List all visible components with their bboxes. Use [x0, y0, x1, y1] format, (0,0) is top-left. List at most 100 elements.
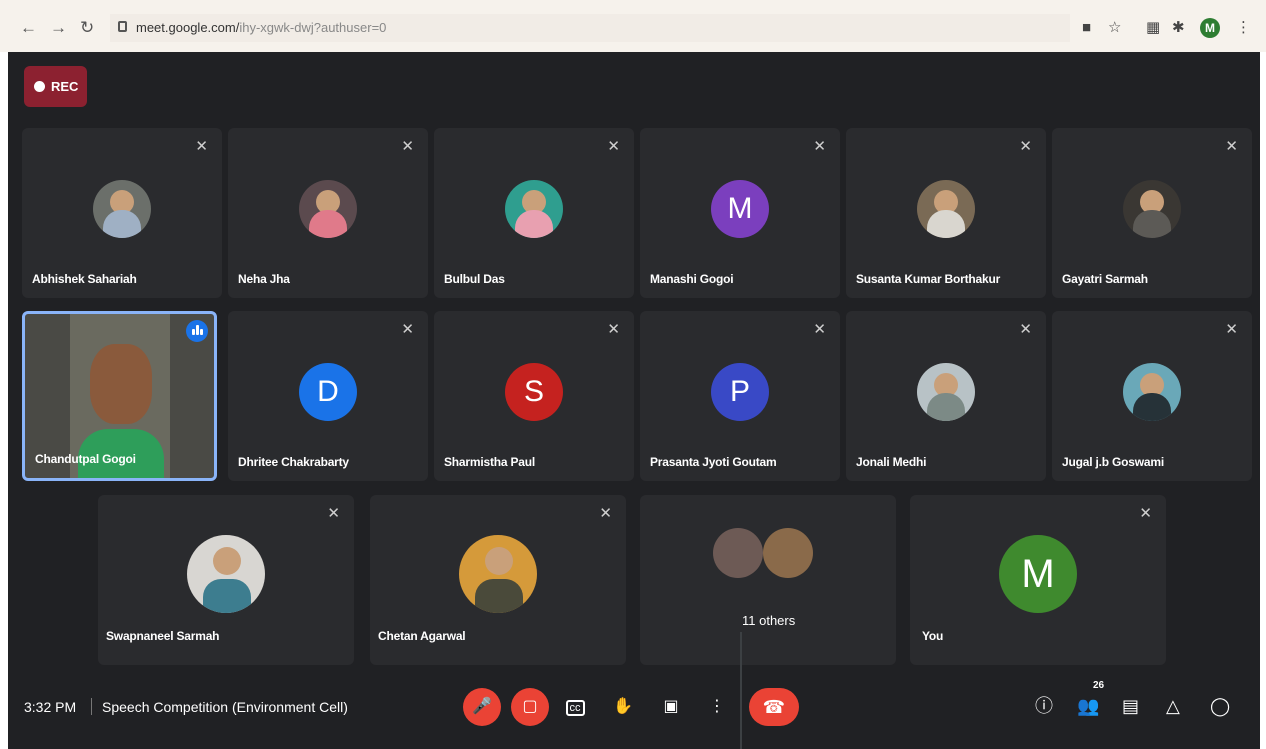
- avatar: P: [711, 363, 769, 421]
- url-text[interactable]: meet.google.com/ihy-xgwk-dwj?authuser=0: [136, 20, 386, 35]
- recording-label: REC: [51, 79, 79, 94]
- browser-toolbar: ← → ↻ meet.google.com/ihy-xgwk-dwj?authu…: [0, 0, 1266, 52]
- record-dot-icon: [34, 81, 45, 92]
- profile-avatar[interactable]: M: [1200, 18, 1220, 38]
- captions-icon: cc: [565, 700, 585, 716]
- meeting-clock: 3:32 PM: [24, 699, 77, 715]
- captions-button[interactable]: cc: [556, 688, 594, 726]
- avatar-photo: [505, 180, 563, 238]
- participant-name: 11 others: [742, 613, 796, 628]
- participant-tile[interactable]: ✕ Bulbul Das: [434, 128, 634, 298]
- avatar-photo: [299, 180, 357, 238]
- camera-toggle-button[interactable]: ▢: [511, 688, 549, 726]
- mic-muted-icon: ✕: [401, 321, 414, 338]
- avatar: D: [299, 363, 357, 421]
- participant-tile[interactable]: ✕ M Manashi Gogoi: [640, 128, 840, 298]
- participant-tile[interactable]: 11 others: [640, 495, 896, 665]
- participant-tile[interactable]: ✕ Swapnaneel Sarmah: [98, 495, 354, 665]
- bookmark-star-icon[interactable]: ☆: [1108, 19, 1121, 37]
- participant-name: Swapnaneel Sarmah: [106, 629, 220, 643]
- participant-tile[interactable]: ✕ M You: [910, 495, 1166, 665]
- meeting-title: Speech Competition (Environment Cell): [102, 699, 348, 715]
- more-options-button[interactable]: ⋮: [698, 688, 736, 726]
- lock-icon: [118, 21, 127, 32]
- avatar: M: [711, 180, 769, 238]
- speaker-face: [90, 344, 152, 424]
- leave-call-button[interactable]: ☎: [749, 688, 799, 726]
- participant-name: Susanta Kumar Borthakur: [856, 272, 1001, 286]
- avatar-photo: [93, 180, 151, 238]
- body-shape: [927, 393, 965, 421]
- face-shape: [485, 547, 513, 575]
- avatar-photo: [917, 180, 975, 238]
- host-controls-icon[interactable]: ◯: [1210, 694, 1230, 718]
- back-icon[interactable]: ←: [20, 18, 37, 38]
- reload-icon[interactable]: ↻: [80, 18, 94, 38]
- mic-muted-icon: ✕: [195, 138, 208, 155]
- participant-tile[interactable]: ✕ S Sharmistha Paul: [434, 311, 634, 481]
- extension-icon[interactable]: ▦: [1146, 19, 1160, 37]
- forward-icon[interactable]: →: [50, 18, 67, 38]
- mic-muted-icon: ✕: [401, 138, 414, 155]
- mic-muted-icon: ✕: [813, 321, 826, 338]
- participant-tile[interactable]: ✕ Gayatri Sarmah: [1052, 128, 1252, 298]
- body-shape: [927, 210, 965, 238]
- mic-muted-icon: ✕: [607, 321, 620, 338]
- participant-name: Jonali Medhi: [856, 455, 927, 469]
- mic-muted-icon: ✕: [813, 138, 826, 155]
- mic-muted-icon: ✕: [327, 505, 340, 522]
- participant-tile[interactable]: ✕ Abhishek Sahariah: [22, 128, 222, 298]
- recording-badge: REC: [24, 66, 87, 107]
- mic-muted-icon: ✕: [1225, 138, 1238, 155]
- mic-muted-icon: ✕: [1019, 138, 1032, 155]
- participant-tile[interactable]: ✕ D Dhritee Chakrabarty: [228, 311, 428, 481]
- hand-icon: ✋: [613, 698, 633, 715]
- avatar: S: [505, 363, 563, 421]
- participant-name: Prasanta Jyoti Goutam: [650, 455, 777, 469]
- mic-muted-icon: ✕: [1019, 321, 1032, 338]
- activities-icon[interactable]: △: [1166, 694, 1180, 718]
- body-shape: [103, 210, 141, 238]
- participant-tile[interactable]: ✕ Chetan Agarwal: [370, 495, 626, 665]
- participant-tile[interactable]: ✕ Susanta Kumar Borthakur: [846, 128, 1046, 298]
- chat-icon[interactable]: ▤: [1122, 694, 1139, 718]
- mic-off-icon: 🎤: [472, 698, 492, 715]
- participant-name: You: [922, 629, 944, 643]
- participant-name: Chandutpal Gogoi: [35, 452, 136, 466]
- microphone-toggle-button[interactable]: 🎤: [463, 688, 501, 726]
- participant-tile[interactable]: ✕ Jonali Medhi: [846, 311, 1046, 481]
- others-avatar: [763, 528, 813, 578]
- participant-name: Gayatri Sarmah: [1062, 272, 1148, 286]
- phone-hangup-icon: ☎: [762, 697, 786, 717]
- avatar-photo: [1123, 363, 1181, 421]
- present-now-button[interactable]: ▣: [652, 688, 690, 726]
- mic-muted-icon: ✕: [1139, 505, 1152, 522]
- url-host: meet.google.com/: [136, 20, 240, 35]
- url-path: ihy-xgwk-dwj?authuser=0: [239, 20, 387, 35]
- body-shape: [1133, 210, 1171, 238]
- participant-tile[interactable]: Chandutpal Gogoi: [22, 311, 217, 481]
- raise-hand-button[interactable]: ✋: [604, 688, 642, 726]
- participant-tile[interactable]: ✕ Neha Jha: [228, 128, 428, 298]
- participant-tile[interactable]: ✕ P Prasanta Jyoti Goutam: [640, 311, 840, 481]
- camera-icon[interactable]: ■: [1082, 19, 1091, 37]
- body-shape: [203, 579, 251, 613]
- participant-name: Neha Jha: [238, 272, 290, 286]
- meeting-details-icon[interactable]: ⓘ: [1035, 694, 1053, 718]
- separator: [91, 698, 92, 715]
- puzzle-icon[interactable]: ✱: [1172, 19, 1185, 37]
- people-icon[interactable]: 👥: [1077, 694, 1099, 718]
- avatar-photo: [187, 535, 265, 613]
- body-shape: [309, 210, 347, 238]
- present-screen-icon: ▣: [663, 698, 679, 715]
- more-vert-icon[interactable]: ⋮: [1236, 19, 1251, 37]
- stage-divider: [740, 632, 742, 749]
- participant-tile[interactable]: ✕ Jugal j.b Goswami: [1052, 311, 1252, 481]
- participant-name: Abhishek Sahariah: [32, 272, 137, 286]
- mic-muted-icon: ✕: [599, 505, 612, 522]
- avatar-photo: [1123, 180, 1181, 238]
- camera-off-icon: ▢: [522, 698, 538, 715]
- avatar-photo: [917, 363, 975, 421]
- more-vert-icon: ⋮: [709, 698, 725, 715]
- others-avatar: [713, 528, 763, 578]
